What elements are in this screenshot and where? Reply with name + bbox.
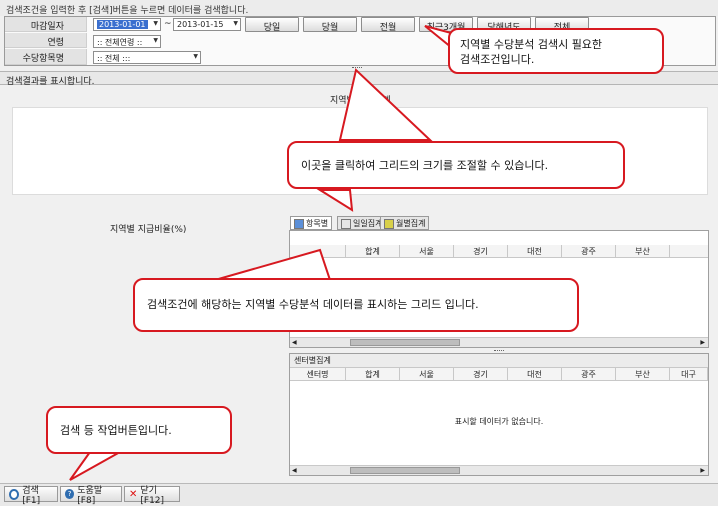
grid-header: 센터명 합계 서울 경기 대전 광주 부산 대구 bbox=[290, 368, 708, 381]
column-header bbox=[290, 245, 346, 257]
summary-title: 지역별 수당합계 bbox=[330, 96, 391, 106]
this-month-button[interactable]: 당월 bbox=[303, 17, 357, 33]
chevron-down-icon[interactable]: ▼ bbox=[153, 20, 158, 27]
column-header: 센터명 bbox=[290, 368, 346, 380]
chevron-down-icon[interactable]: ▼ bbox=[233, 20, 238, 27]
help-button-label: 도움말[F8] bbox=[77, 485, 103, 506]
instruction-message: 검색조건을 입력한 후 [검색]버튼을 누르면 데이터를 검색합니다. bbox=[0, 0, 718, 16]
grid-icon bbox=[294, 218, 304, 229]
column-header: 대전 bbox=[508, 368, 562, 380]
date-from-value: 2013-01-01 bbox=[97, 20, 148, 29]
callout-buttons: 검색 등 작업버튼입니다. bbox=[46, 406, 232, 454]
callout-grid: 검색조건에 해당하는 지역별 수당분석 데이터를 표시하는 그리드 입니다. bbox=[133, 278, 579, 332]
column-header: 광주 bbox=[562, 368, 616, 380]
column-header: 경기 bbox=[454, 245, 508, 257]
group-select[interactable]: :: 전체연령 :: ▼ bbox=[93, 35, 161, 48]
empty-message: 표시할 데이터가 없습니다. bbox=[454, 417, 544, 426]
tab-daily-label: 일일집계 bbox=[353, 219, 383, 228]
ratio-title: 지역별 지급비율(%) bbox=[110, 225, 187, 235]
close-button[interactable]: ✕ 닫기[F12] bbox=[124, 486, 180, 506]
close-button-label: 닫기[F12] bbox=[140, 485, 165, 506]
help-button[interactable]: ? 도움말[F8] bbox=[60, 486, 122, 506]
item-select[interactable]: :: 전체 ::: ▼ bbox=[93, 51, 201, 64]
column-header: 경기 bbox=[454, 368, 508, 380]
scroll-left-icon[interactable]: ◀ bbox=[292, 467, 297, 474]
tab-item[interactable]: 항목별 bbox=[290, 216, 333, 230]
tab-monthly-label: 월별집계 bbox=[396, 219, 426, 228]
grid-splitter[interactable] bbox=[494, 350, 504, 352]
today-button[interactable]: 당일 bbox=[245, 17, 299, 33]
column-header: 부산 bbox=[616, 245, 670, 257]
column-header: 대구 bbox=[670, 368, 708, 380]
scroll-left-icon[interactable]: ◀ bbox=[292, 339, 297, 346]
grid-icon bbox=[341, 218, 351, 229]
horizontal-scrollbar[interactable]: ◀ ▶ bbox=[290, 337, 708, 347]
chevron-down-icon[interactable]: ▼ bbox=[153, 37, 158, 44]
date-to-value: 2013-01-15 bbox=[177, 20, 224, 29]
callout-resize: 이곳을 클릭하여 그리드의 크기를 조절할 수 있습니다. bbox=[287, 141, 625, 189]
column-header: 서울 bbox=[400, 245, 454, 257]
item-label: 수당항목명 bbox=[5, 49, 87, 65]
callout-search-conditions: 지역별 수당분석 검색시 필요한 검색조건입니다. bbox=[448, 28, 664, 74]
search-icon bbox=[9, 488, 20, 500]
tab-monthly[interactable]: 월별집계 bbox=[380, 216, 430, 230]
date-from-field[interactable]: 2013-01-01 ▼ bbox=[93, 18, 161, 31]
column-header: 광주 bbox=[562, 245, 616, 257]
panel-splitter[interactable] bbox=[352, 67, 362, 70]
column-header: 부산 bbox=[616, 368, 670, 380]
grid-icon bbox=[384, 218, 394, 229]
tab-item-label: 항목별 bbox=[306, 219, 329, 228]
date-to-field[interactable]: 2013-01-15 ▼ bbox=[173, 18, 241, 31]
close-icon: ✕ bbox=[129, 488, 138, 500]
center-grid-title: 센터별집계 bbox=[290, 354, 708, 368]
column-header: 서울 bbox=[400, 368, 454, 380]
last-month-button[interactable]: 전월 bbox=[361, 17, 415, 33]
chevron-down-icon[interactable]: ▼ bbox=[193, 53, 198, 60]
group-value: :: 전체연령 :: bbox=[97, 38, 143, 47]
scrollbar-thumb[interactable] bbox=[350, 339, 460, 346]
scroll-right-icon[interactable]: ▶ bbox=[700, 339, 705, 346]
group-label: 연령 bbox=[5, 33, 87, 48]
date-label: 마감일자 bbox=[5, 17, 87, 32]
grid-header: 합계 서울 경기 대전 광주 부산 bbox=[290, 245, 708, 258]
column-header: 대전 bbox=[508, 245, 562, 257]
date-separator: ~ bbox=[164, 19, 172, 29]
item-value: :: 전체 ::: bbox=[97, 54, 131, 63]
scrollbar-thumb[interactable] bbox=[350, 467, 460, 474]
center-grid[interactable]: 센터별집계 센터명 합계 서울 경기 대전 광주 부산 대구 표시할 데이터가 … bbox=[289, 353, 709, 476]
column-header: 합계 bbox=[346, 368, 400, 380]
help-icon: ? bbox=[65, 489, 75, 499]
search-button[interactable]: 검색[F1] bbox=[4, 486, 58, 506]
column-header: 합계 bbox=[346, 245, 400, 257]
horizontal-scrollbar[interactable]: ◀ ▶ bbox=[290, 465, 708, 475]
search-button-label: 검색[F1] bbox=[22, 485, 41, 506]
scroll-right-icon[interactable]: ▶ bbox=[700, 467, 705, 474]
